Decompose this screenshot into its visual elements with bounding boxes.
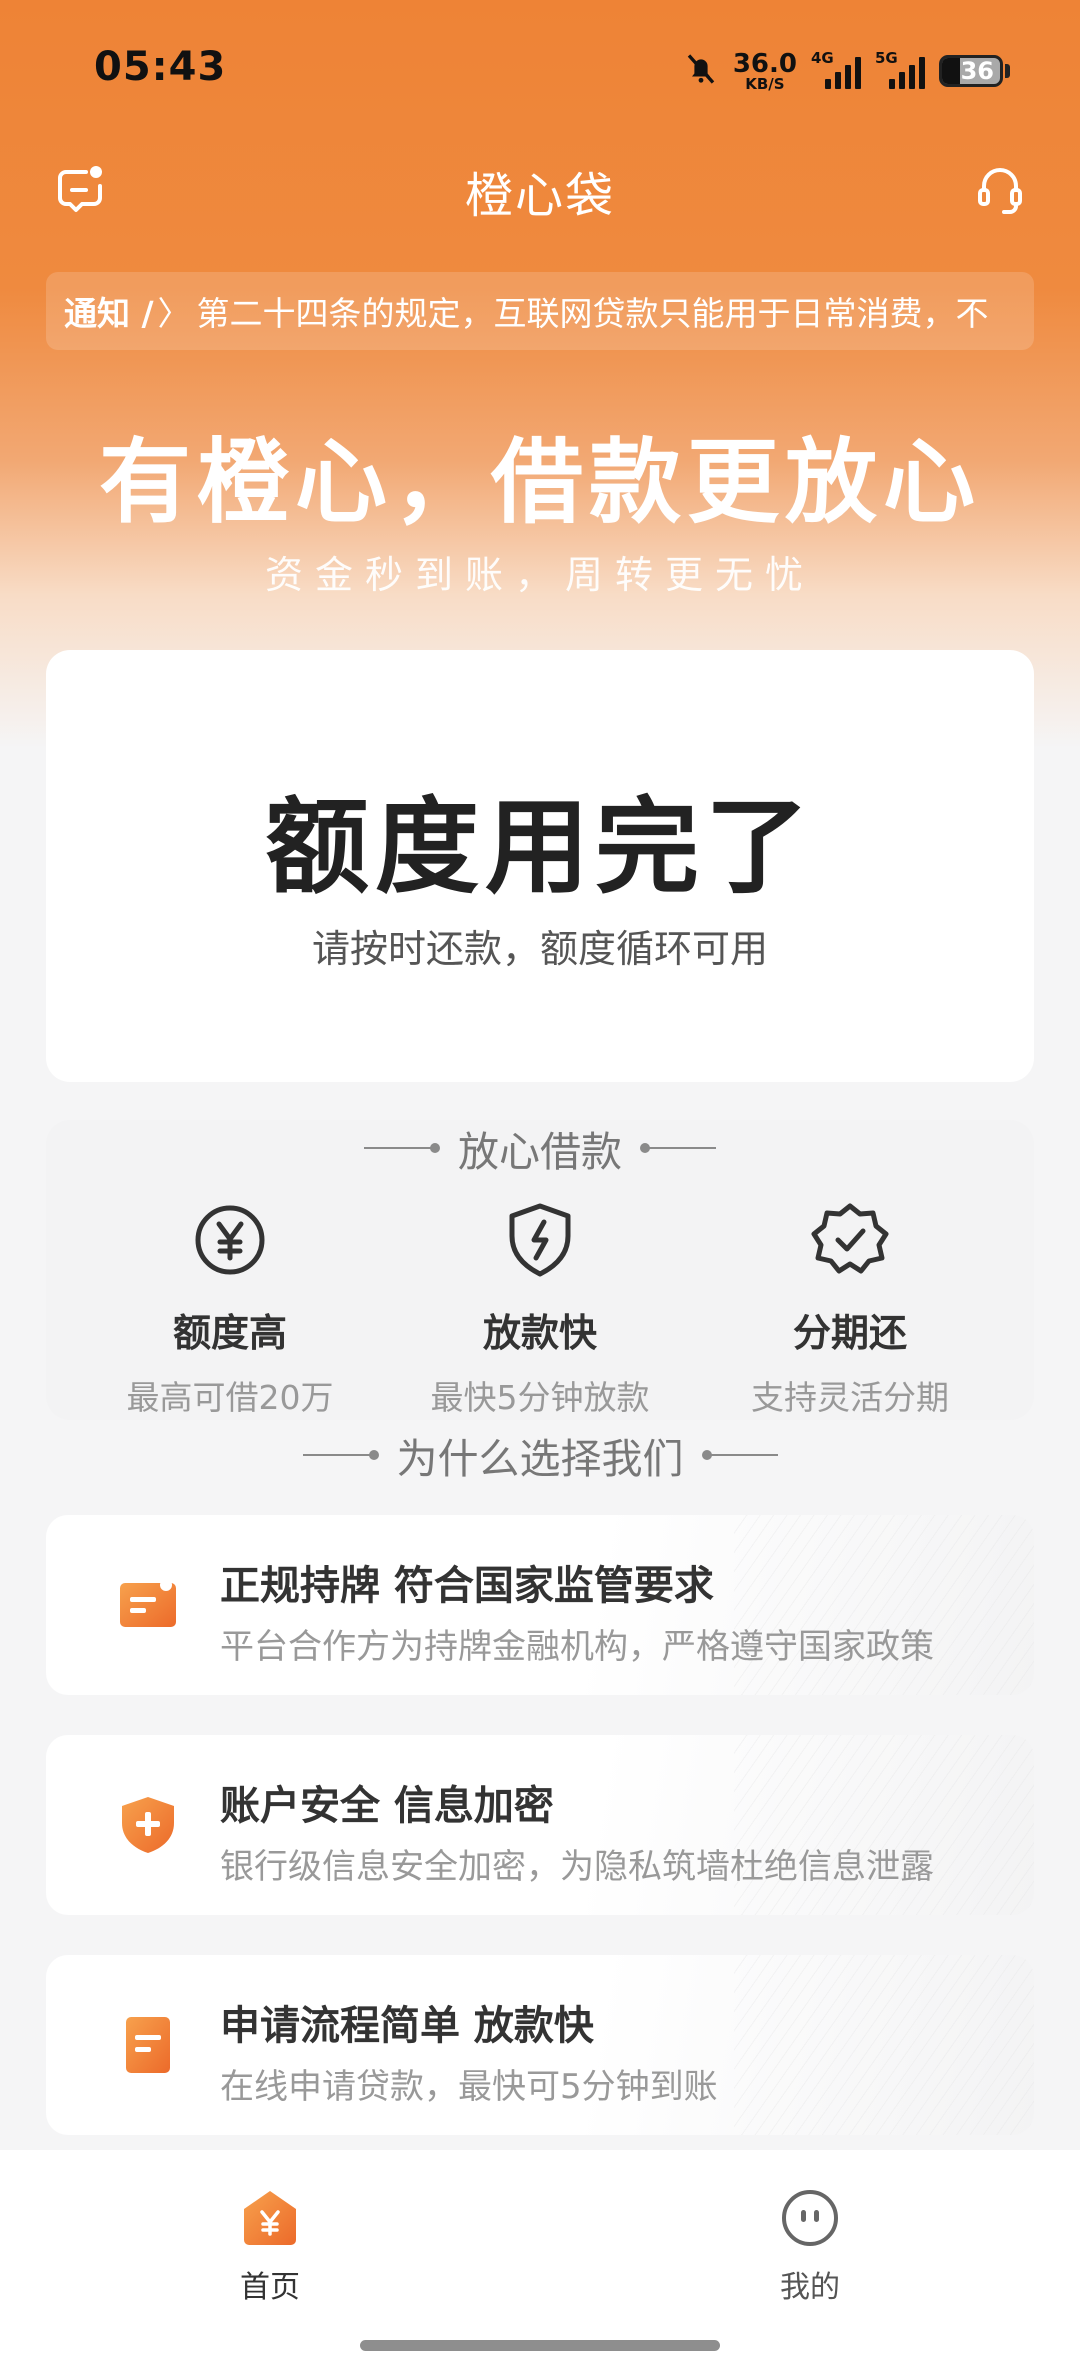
notice-banner[interactable]: 通知 / 〉 第二十四条的规定，互联网贷款只能用于日常消费，不 — [46, 272, 1034, 350]
headset-icon — [972, 160, 1028, 220]
why-item-desc: 在线申请贷款，最快可5分钟到账 — [220, 2067, 718, 2107]
feature-desc: 支持灵活分期 — [751, 1378, 949, 1417]
customer-service-button[interactable] — [960, 150, 1040, 230]
why-item-title: 申请流程简单 放款快 — [220, 2003, 594, 2049]
signal-5g-icon: 5G — [875, 49, 925, 89]
heading-divider-left — [364, 1143, 440, 1153]
tab-home[interactable]: 首页 — [170, 2188, 370, 2306]
security-shield-icon — [118, 1795, 178, 1855]
feature-name: 分期还 — [792, 1311, 907, 1355]
notice-text: 第二十四条的规定，互联网贷款只能用于日常消费，不 — [196, 294, 989, 333]
why-item-title: 账户安全 信息加密 — [220, 1783, 554, 1829]
why-item-license: 正规持牌 符合国家监管要求 平台合作方为持牌金融机构，严格遵守国家政策 — [46, 1515, 1034, 1695]
app-title: 橙心袋 — [464, 168, 615, 224]
status-icons: 36.0 KB/S 4G 5G 36 — [683, 46, 1010, 96]
tab-mine-label: 我的 — [780, 2270, 840, 2305]
home-indicator[interactable] — [360, 2340, 720, 2351]
feature-desc: 最高可借20万 — [126, 1378, 334, 1417]
profile-face-icon — [780, 2188, 840, 2248]
hero-sub-slogan: 资金秒到账，周转更无忧 — [264, 553, 815, 597]
feature-item: 额度高 最高可借20万 — [75, 1200, 385, 1419]
network-speed: 36.0 KB/S — [732, 48, 797, 93]
yen-circle-icon — [190, 1200, 270, 1280]
feature-name: 额度高 — [172, 1311, 287, 1355]
why-item-desc: 平台合作方为持牌金融机构，严格遵守国家政策 — [220, 1627, 934, 1667]
decorative-stripes — [734, 1955, 1034, 2135]
lightning-shield-icon — [500, 1200, 580, 1280]
heading-divider-right — [640, 1143, 716, 1153]
quota-status-subtitle: 请按时还款，额度循环可用 — [311, 927, 768, 971]
feature-item: 放款快 最快5分钟放款 — [385, 1200, 695, 1419]
heading-divider-left — [302, 1450, 379, 1460]
quota-status-title: 额度用完了 — [264, 786, 815, 908]
notice-separator: 〉 — [157, 294, 191, 333]
notice-label: 通知 / — [64, 294, 154, 333]
check-badge-icon — [810, 1200, 890, 1280]
why-item-desc: 银行级信息安全加密，为隐私筑墙杜绝信息泄露 — [220, 1847, 934, 1887]
battery-icon: 36 — [939, 55, 1003, 87]
license-icon — [118, 1575, 178, 1635]
why-section-heading: 为什么选择我们 — [0, 1425, 1080, 1485]
feature-item: 分期还 支持灵活分期 — [695, 1200, 1005, 1419]
why-item-title: 正规持牌 符合国家监管要求 — [220, 1563, 714, 1609]
signal-4g-icon: 4G — [811, 49, 861, 89]
features-section-heading: 放心借款 — [0, 1118, 1080, 1178]
tab-mine[interactable]: 我的 — [710, 2188, 910, 2306]
tab-home-label: 首页 — [240, 2270, 300, 2305]
home-yen-icon — [240, 2188, 300, 2248]
decorative-stripes — [734, 1735, 1034, 1915]
feature-list: 额度高 最高可借20万 放款快 最快5分钟放款 分期还 支持灵活分期 — [0, 1200, 1080, 1420]
hero-slogan: 有橙心，借款更放心 — [98, 429, 981, 536]
quota-card[interactable]: 额度用完了 请按时还款，额度循环可用 — [46, 650, 1034, 1082]
app-header: 橙心袋 — [0, 150, 1080, 230]
mute-bell-icon — [683, 51, 719, 91]
decorative-stripes — [734, 1515, 1034, 1695]
battery-cap — [1005, 64, 1010, 78]
status-bar: 05:43 36.0 KB/S 4G 5G 36 — [0, 0, 1080, 140]
document-icon — [118, 2015, 178, 2075]
status-time: 05:43 — [94, 44, 227, 90]
feature-desc: 最快5分钟放款 — [430, 1378, 650, 1417]
heading-divider-right — [701, 1450, 778, 1460]
feature-name: 放款快 — [482, 1311, 597, 1355]
why-item-security: 账户安全 信息加密 银行级信息安全加密，为隐私筑墙杜绝信息泄露 — [46, 1735, 1034, 1915]
why-item-process: 申请流程简单 放款快 在线申请贷款，最快可5分钟到账 — [46, 1955, 1034, 2135]
